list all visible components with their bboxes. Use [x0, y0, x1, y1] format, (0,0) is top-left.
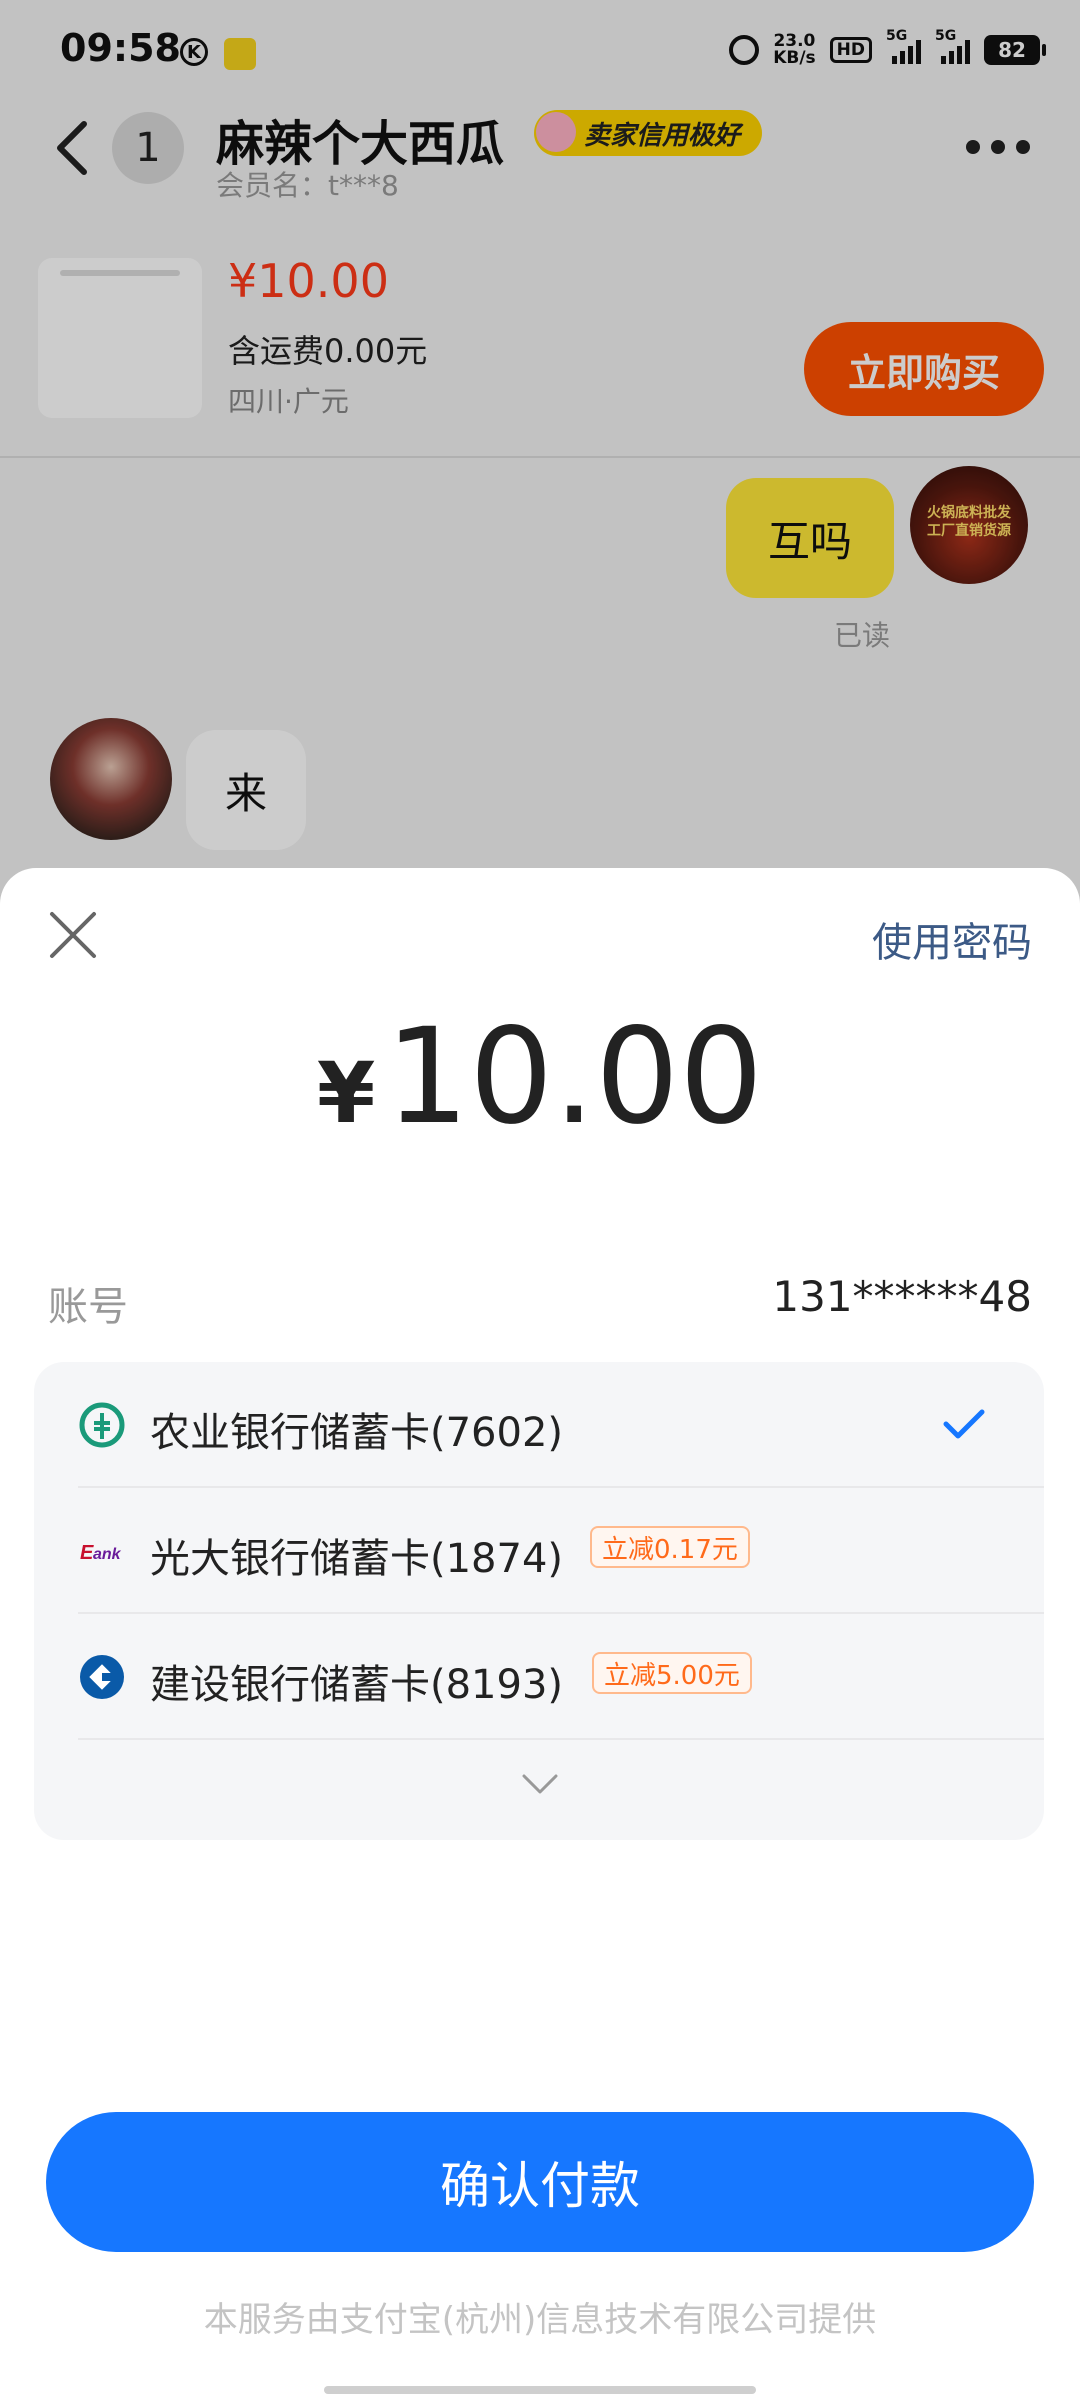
card-label: 建设银行储蓄卡(8193) — [150, 1662, 564, 1708]
payment-method-abc[interactable]: 农业银行储蓄卡(7602) — [34, 1362, 1044, 1488]
close-icon[interactable] — [44, 906, 102, 964]
payment-method-ceb[interactable]: E ank 光大银行储蓄卡(1874) 立减0.17元 — [34, 1488, 1044, 1614]
ccb-bank-logo-icon — [80, 1655, 124, 1699]
chevron-down-icon[interactable] — [520, 1772, 560, 1796]
payment-method-ccb[interactable]: 建设银行储蓄卡(8193) 立减5.00元 — [34, 1614, 1044, 1740]
card-label: 农业银行储蓄卡(7602) — [150, 1410, 564, 1456]
discount-badge: 立减5.00元 — [592, 1652, 752, 1694]
ceb-bank-logo-icon: E ank — [80, 1542, 122, 1564]
account-label: 账号 — [48, 1284, 128, 1330]
use-password-link[interactable]: 使用密码 — [872, 910, 1032, 968]
home-indicator[interactable] — [324, 2386, 756, 2394]
svg-text:E: E — [80, 1542, 94, 1564]
discount-badge: 立减0.17元 — [590, 1526, 750, 1568]
svg-text:ank: ank — [93, 1546, 122, 1563]
amount-value: 10.00 — [385, 1000, 764, 1154]
row-divider — [78, 1738, 1044, 1740]
confirm-payment-button[interactable]: 确认付款 — [46, 2112, 1034, 2252]
currency-symbol: ¥ — [316, 1044, 376, 1142]
service-provider-note: 本服务由支付宝(杭州)信息技术有限公司提供 — [203, 2300, 877, 2340]
account-value: 131******48 — [772, 1272, 1032, 1321]
abc-bank-logo-icon — [79, 1402, 125, 1448]
card-label: 光大银行储蓄卡(1874) — [150, 1536, 564, 1582]
check-icon — [943, 1409, 985, 1439]
payment-amount: ¥ 10.00 — [0, 1000, 1080, 1154]
